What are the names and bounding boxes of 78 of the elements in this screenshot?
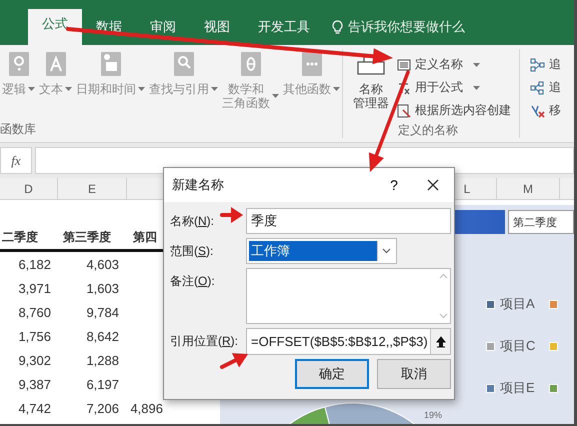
quarter-dropdown[interactable]: 第二季度 (508, 210, 574, 234)
table-cell-text: 1,756 (17, 328, 52, 344)
remove-arrows-icon (530, 104, 545, 118)
ribbon-button[interactable]: 定义名称 (395, 54, 513, 75)
trace-arrows-icon (530, 58, 545, 72)
insert-function-button[interactable]: fx (0, 147, 32, 174)
table-cell-text: 6,197 (85, 376, 120, 392)
ribbon-tab[interactable]: 开发工具 (244, 15, 324, 45)
name-input[interactable]: 季度 (246, 208, 451, 234)
field-label: 范围(S): (170, 243, 214, 260)
dialog-title: 新建名称 (172, 176, 225, 194)
table-cell-text: 8,760 (17, 304, 52, 320)
button-label: 名称 (359, 82, 383, 96)
ribbon-button[interactable]: 追 (528, 54, 563, 75)
button-label: 其他函数 (283, 82, 331, 96)
name-list-icon (397, 58, 411, 72)
legend-label: 项目E (500, 379, 535, 397)
annotation-arrow (220, 353, 248, 369)
ribbon-button[interactable]: 根据所选内容创建 (395, 100, 513, 121)
button-label: 日期和时间 (76, 82, 136, 96)
close-icon (427, 179, 439, 191)
legend-label: 项目C (500, 337, 536, 355)
table-cell-text: 9,784 (85, 304, 120, 320)
column-header[interactable]: M (497, 178, 560, 199)
annotation-arrow (220, 207, 243, 223)
button-label: 管理器 (353, 96, 389, 110)
data-label: 19% (424, 410, 442, 420)
field-label: 名称(N): (170, 213, 214, 230)
table-cell-text: 3,971 (17, 280, 52, 296)
table-cell-text: 9,302 (17, 352, 52, 368)
legend-label: 项目A (500, 295, 535, 313)
help-book-icon (6, 50, 30, 78)
theta-book-icon (238, 50, 262, 78)
column-heading: 第三季度 (62, 228, 112, 246)
letter-book-icon (44, 50, 68, 78)
button-label: 查找与引用 (149, 82, 209, 96)
scroll-down-icon[interactable] (438, 313, 448, 319)
table-cell-text: 4,742 (17, 400, 52, 416)
table-cell-text: 4,896 (129, 400, 164, 416)
scroll-up-icon[interactable] (438, 273, 448, 279)
button-label: 逻辑 (2, 82, 26, 96)
create-from-selection-icon (397, 104, 411, 118)
column-header[interactable]: D (0, 178, 58, 199)
tell-me-search[interactable]: 告诉我你想要做什么 (348, 18, 465, 36)
chevron-down-icon (382, 248, 390, 254)
ribbon-button[interactable]: 用于公式 (395, 77, 513, 98)
calendar-book-icon (98, 50, 122, 78)
group-title: 定义的名称 (397, 122, 459, 139)
table-cell-text: 9,387 (17, 376, 52, 392)
ribbon-tab[interactable]: 审阅 (136, 15, 190, 45)
button-label: 三角函数 (222, 96, 270, 110)
trace-arrows-icon (530, 80, 545, 94)
button-label: 文本 (39, 82, 63, 96)
table-cell-text: 6,182 (17, 256, 52, 272)
column-heading: 第四 (132, 228, 158, 246)
button-label: 数学和 (228, 82, 264, 96)
table-cell-text: 1,288 (85, 352, 120, 368)
magnifier-book-icon (172, 50, 196, 78)
field-label: 备注(O): (170, 273, 215, 290)
ribbon-tab[interactable]: 视图 (190, 15, 244, 45)
ribbon-button[interactable]: 追 (528, 77, 563, 98)
column-header[interactable]: E (58, 178, 127, 199)
table-cell-text: 8,642 (85, 328, 120, 344)
table-cell-text: 7,206 (85, 400, 120, 416)
group-title: 函数库 (0, 121, 37, 138)
help-button[interactable]: ? (382, 177, 406, 193)
column-heading: 二季度 (1, 228, 39, 246)
comment-textarea[interactable] (246, 268, 451, 324)
formula-icon (397, 80, 411, 94)
lightbulb-icon (332, 20, 343, 34)
table-cell-text: 4,603 (85, 256, 120, 272)
dialog-button[interactable]: 确定 (295, 359, 369, 389)
table-cell-text: 1,603 (85, 280, 120, 296)
scope-dropdown[interactable]: 工作簿 (246, 238, 397, 264)
dialog-button[interactable]: 取消 (377, 359, 451, 389)
ribbon-button[interactable]: 移 (528, 100, 563, 121)
more-book-icon (300, 50, 324, 78)
field-label: 引用位置(R): (170, 333, 238, 350)
